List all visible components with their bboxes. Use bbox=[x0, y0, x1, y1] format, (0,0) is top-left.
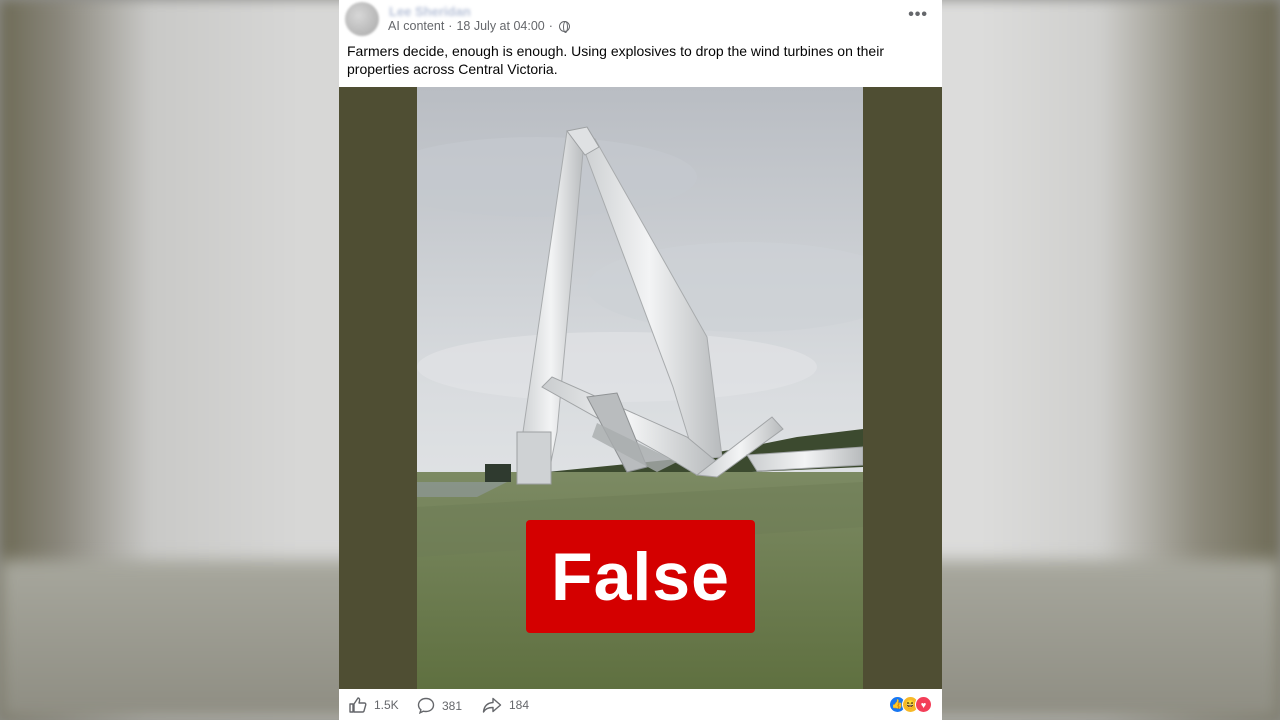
globe-icon bbox=[558, 20, 570, 33]
like-action[interactable]: 1.5K bbox=[349, 697, 399, 713]
share-count: 184 bbox=[509, 698, 530, 712]
post-caption: Farmers decide, enough is enough. Using … bbox=[347, 43, 884, 77]
post-header: Lee Sheridan AI content · 18 July at 04:… bbox=[339, 0, 942, 40]
love-reaction-icon: ♥ bbox=[915, 696, 932, 713]
post-actions-bar: 1.5K 381 184 👍 😆 ♥ bbox=[339, 689, 942, 720]
facebook-post: Lee Sheridan AI content · 18 July at 04:… bbox=[339, 0, 942, 720]
ai-content-label[interactable]: AI content bbox=[388, 19, 444, 33]
meta-separator: · bbox=[548, 19, 553, 33]
more-options-icon[interactable]: ••• bbox=[908, 6, 928, 24]
reaction-summary[interactable]: 👍 😆 ♥ bbox=[889, 696, 932, 713]
comment-bubble-icon bbox=[417, 697, 435, 714]
thumbs-up-icon bbox=[349, 697, 367, 713]
post-media[interactable]: False bbox=[339, 87, 942, 689]
meta-separator: · bbox=[448, 19, 453, 33]
post-date[interactable]: 18 July at 04:00 bbox=[456, 19, 544, 33]
false-verdict-badge: False bbox=[526, 520, 755, 633]
share-arrow-icon bbox=[482, 697, 502, 713]
author-name[interactable]: Lee Sheridan bbox=[389, 4, 471, 19]
post-meta: AI content · 18 July at 04:00 · bbox=[388, 19, 570, 33]
avatar[interactable] bbox=[345, 2, 379, 36]
share-action[interactable]: 184 bbox=[482, 697, 529, 713]
comment-count: 381 bbox=[442, 698, 463, 713]
like-count: 1.5K bbox=[374, 698, 399, 712]
comment-action[interactable]: 381 bbox=[417, 697, 462, 714]
